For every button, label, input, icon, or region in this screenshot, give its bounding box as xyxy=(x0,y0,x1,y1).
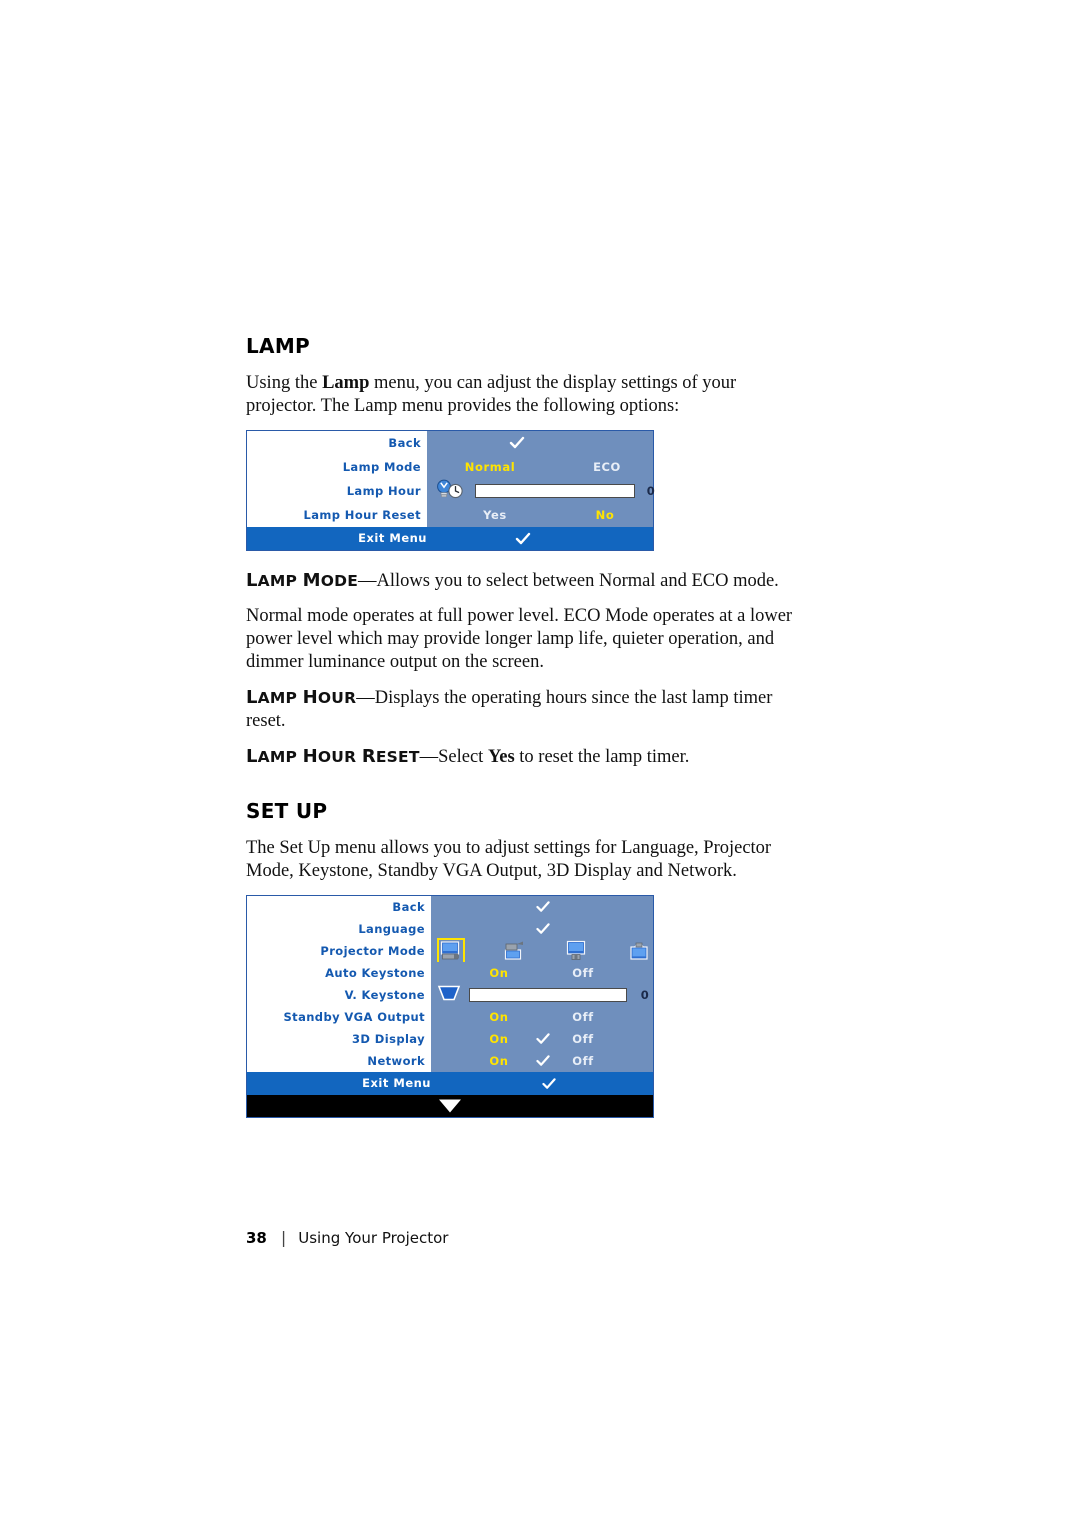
check-icon xyxy=(542,1077,556,1090)
page-number: 38 xyxy=(246,1229,267,1247)
option-on[interactable]: On xyxy=(489,1054,508,1068)
option-off[interactable]: Off xyxy=(572,1054,594,1068)
osd-values-language xyxy=(431,918,653,940)
page-footer: 38 | Using Your Projector xyxy=(246,1228,448,1247)
term-lamp-mode: LAMP MODE xyxy=(246,570,359,591)
page-title-setup: SET UP xyxy=(246,799,328,823)
osd-row-projector-mode[interactable]: Projector Mode xyxy=(247,938,653,964)
osd-label-v-keystone: V. Keystone xyxy=(247,984,431,1006)
option-on[interactable]: On xyxy=(489,966,508,980)
option-off[interactable]: Off xyxy=(572,1010,594,1024)
osd-row-standby-vga-output[interactable]: Standby VGA Output On Off xyxy=(247,1006,653,1028)
lamp-bold-word: Lamp xyxy=(322,373,370,393)
option-off[interactable]: Off xyxy=(572,966,594,980)
option-off[interactable]: Off xyxy=(572,1032,594,1046)
osd-row-lamp-mode[interactable]: Lamp Mode Normal ECO xyxy=(247,455,653,479)
osd-row-lamp-hour-reset[interactable]: Lamp Hour Reset Yes No xyxy=(247,503,653,527)
check-icon xyxy=(536,1055,550,1067)
osd-row-back[interactable]: Back xyxy=(247,431,653,455)
lamp-mode-description: —Allows you to select between Normal and… xyxy=(358,571,779,591)
osd-label-network: Network xyxy=(247,1050,431,1072)
osd-row-lamp-hour[interactable]: Lamp Hour 0 xyxy=(247,478,656,504)
option-no[interactable]: No xyxy=(596,508,615,522)
osd-values-v-keystone: 0 xyxy=(431,984,653,1006)
osd-values-back xyxy=(427,431,653,455)
osd-row-network[interactable]: Network On Off xyxy=(247,1050,653,1072)
osd-label-lamp-hour-reset: Lamp Hour Reset xyxy=(247,503,427,527)
osd-label-3d-display: 3D Display xyxy=(247,1028,431,1050)
osd-row-auto-keystone[interactable]: Auto Keystone On Off xyxy=(247,962,653,984)
osd-row-3d-display[interactable]: 3D Display On Off xyxy=(247,1028,653,1050)
lamp-exit-menu-label: Exit Menu xyxy=(358,531,427,545)
osd-values-lamp-hour: 0 xyxy=(427,478,656,504)
term-lamp-hour: LAMP HOUR xyxy=(246,687,357,708)
lamp-hour-definition: LAMP HOUR—Displays the operating hours s… xyxy=(246,686,794,733)
osd-values-3d-display: On Off xyxy=(431,1028,653,1050)
front-desktop-icon[interactable] xyxy=(437,938,465,964)
footer-separator: | xyxy=(280,1228,287,1247)
lamp-exit-values xyxy=(433,527,653,550)
setup-exit-values xyxy=(437,1072,653,1095)
osd-values-network: On Off xyxy=(431,1050,653,1072)
osd-row-back[interactable]: Back xyxy=(247,896,653,918)
osd-row-v-keystone[interactable]: V. Keystone 0 xyxy=(247,984,653,1006)
page-title-lamp: LAMP xyxy=(246,334,310,358)
term-lamp-hour-reset: LAMP HOUR RESET xyxy=(246,746,420,767)
check-icon xyxy=(509,436,525,450)
option-eco[interactable]: ECO xyxy=(593,460,621,474)
check-icon xyxy=(536,923,550,935)
rear-desktop-icon[interactable] xyxy=(565,940,589,962)
v-keystone-slider[interactable] xyxy=(469,988,627,1002)
setup-osd-menu[interactable]: Back Language Projector Mode Auto Keysto… xyxy=(246,895,654,1118)
osd-values-back xyxy=(431,896,653,918)
osd-values-projector-mode xyxy=(431,938,653,964)
lamp-hour-value: 0 xyxy=(646,484,656,498)
osd-values-auto-keystone: On Off xyxy=(431,962,653,984)
lamp-exit-menu-bar[interactable]: Exit Menu xyxy=(247,527,653,550)
setup-exit-menu-label: Exit Menu xyxy=(362,1076,431,1090)
osd-values-standby-vga-output: On Off xyxy=(431,1006,653,1028)
setup-osd-rows: Back Language Projector Mode Auto Keysto… xyxy=(247,896,653,1072)
lamp-hour-slider[interactable] xyxy=(475,484,635,498)
osd-label-lamp-hour: Lamp Hour xyxy=(247,479,427,503)
keystone-icon xyxy=(437,985,461,1006)
document-page: LAMP Using the Lamp menu, you can adjust… xyxy=(0,0,1080,1528)
lamp-hour-reset-yes-bold: Yes xyxy=(487,747,515,767)
lamp-mode-definition: LAMP MODE—Allows you to select between N… xyxy=(246,569,794,593)
osd-values-lamp-mode: Normal ECO xyxy=(427,455,653,479)
option-normal[interactable]: Normal xyxy=(465,460,515,474)
rear-ceiling-icon[interactable] xyxy=(628,940,652,962)
lamp-hour-reset-definition: LAMP HOUR RESET—Select Yes to reset the … xyxy=(246,745,794,769)
page-content: LAMP Using the Lamp menu, you can adjust… xyxy=(246,334,794,1118)
osd-values-lamp-hour-reset: Yes No xyxy=(427,503,653,527)
front-ceiling-icon[interactable] xyxy=(502,940,526,962)
lamp-osd-menu[interactable]: Back Lamp Mode Normal ECO Lamp Hour 0 La… xyxy=(246,430,656,551)
lamp-hour-icon xyxy=(434,478,464,504)
option-on[interactable]: On xyxy=(489,1010,508,1024)
osd-label-lamp-mode: Lamp Mode xyxy=(247,455,427,479)
osd-label-back: Back xyxy=(247,431,427,455)
setup-exit-menu-bar[interactable]: Exit Menu xyxy=(247,1072,653,1095)
osd-row-language[interactable]: Language xyxy=(247,918,653,940)
option-yes[interactable]: Yes xyxy=(483,508,507,522)
setup-intro-paragraph: The Set Up menu allows you to adjust set… xyxy=(246,838,772,881)
v-keystone-value: 0 xyxy=(640,988,650,1002)
lamp-osd-rows: Back Lamp Mode Normal ECO Lamp Hour 0 La… xyxy=(247,431,656,527)
setup-scroll-bar[interactable] xyxy=(247,1095,653,1117)
check-icon xyxy=(536,901,550,913)
lamp-hour-reset-desc-post: to reset the lamp timer. xyxy=(514,747,690,767)
osd-label-language: Language xyxy=(247,918,431,940)
option-on[interactable]: On xyxy=(489,1032,508,1046)
lamp-hour-reset-desc-pre: —Select xyxy=(419,747,488,767)
lamp-intro-paragraph: Using the Lamp menu, you can adjust the … xyxy=(246,373,737,416)
down-arrow-icon[interactable] xyxy=(439,1099,461,1113)
osd-label-back: Back xyxy=(247,896,431,918)
osd-label-standby-vga-output: Standby VGA Output xyxy=(247,1006,431,1028)
osd-label-projector-mode: Projector Mode xyxy=(247,940,431,962)
lamp-normal-paragraph: Normal mode operates at full power level… xyxy=(246,606,793,672)
footer-title: Using Your Projector xyxy=(298,1229,449,1247)
osd-label-auto-keystone: Auto Keystone xyxy=(247,962,431,984)
check-icon xyxy=(515,532,531,545)
check-icon xyxy=(536,1033,550,1045)
